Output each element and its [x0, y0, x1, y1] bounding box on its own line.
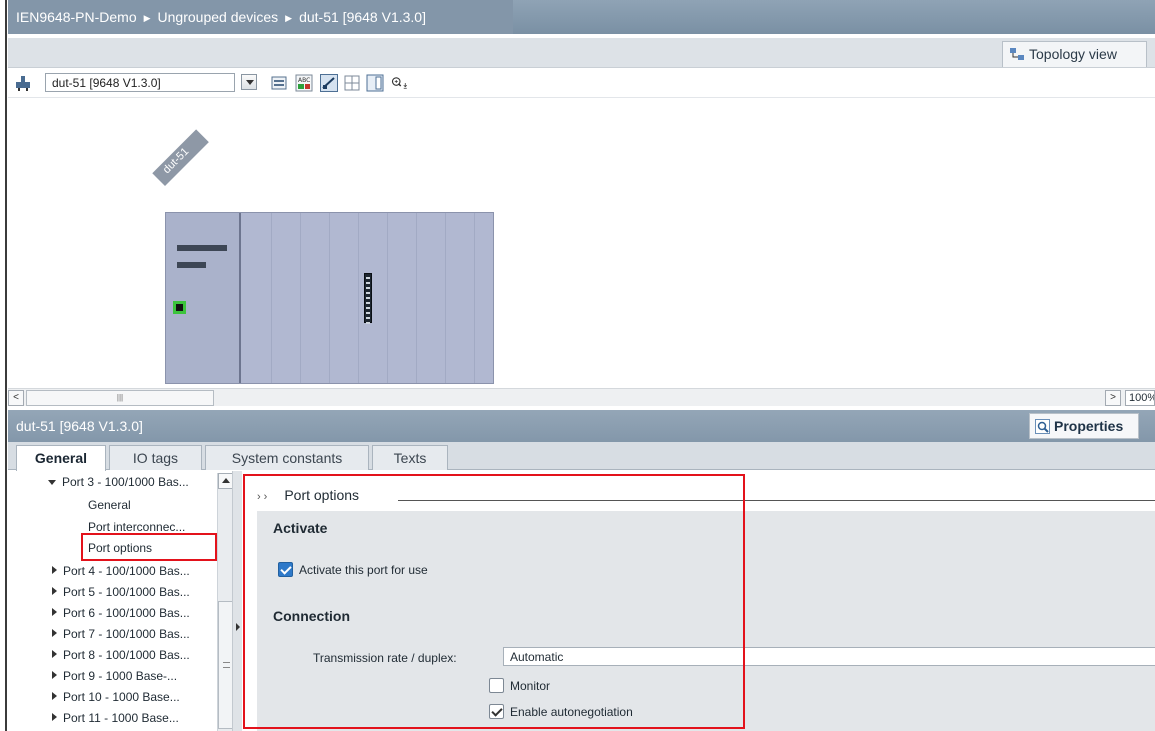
- tree-item-port-3[interactable]: Port 3 - 100/1000 Bas...: [48, 475, 189, 489]
- switch-module-icon[interactable]: [364, 273, 372, 324]
- properties-button[interactable]: Properties: [1029, 413, 1139, 439]
- autonegotiation-checkbox[interactable]: [489, 704, 504, 719]
- connection-group: Connection Transmission rate / duplex: A…: [257, 599, 1155, 731]
- navigation-tree: Port 3 - 100/1000 Bas... General Port in…: [8, 471, 234, 731]
- tab-texts[interactable]: Texts: [372, 445, 448, 470]
- autonegotiation-label: Enable autonegotiation: [510, 705, 633, 719]
- tree-item-port-interconnection[interactable]: Port interconnec...: [88, 520, 185, 534]
- collapsed-arrow-icon[interactable]: [52, 713, 57, 721]
- chevron-down-icon[interactable]: [241, 74, 257, 90]
- collapsed-arrow-icon[interactable]: [52, 629, 57, 637]
- chevron-right-icon: ▶: [143, 13, 151, 23]
- scrollbar-thumb[interactable]: |||: [26, 390, 214, 406]
- activate-port-checkbox[interactable]: [278, 562, 293, 577]
- topology-view-label: Topology view: [1029, 46, 1117, 62]
- tree-item-port-9[interactable]: Port 9 - 1000 Base-...: [52, 669, 177, 683]
- table-icon[interactable]: [366, 74, 384, 92]
- activate-title: Activate: [273, 520, 328, 536]
- collapsed-arrow-icon[interactable]: [52, 587, 57, 595]
- tree-item-port-4[interactable]: Port 4 - 100/1000 Bas...: [52, 564, 190, 578]
- tab-general[interactable]: General: [16, 445, 106, 471]
- activate-group: Activate Activate this port for use: [257, 511, 1155, 603]
- section-header[interactable]: ›› Port options: [257, 487, 359, 503]
- tab-io-tags[interactable]: IO tags: [109, 445, 202, 470]
- tree-item-port-6[interactable]: Port 6 - 100/1000 Bas...: [52, 606, 190, 620]
- tree-item-port-11[interactable]: Port 11 - 1000 Base...: [52, 711, 179, 725]
- zoom-in-icon[interactable]: [391, 74, 409, 92]
- left-edge: [0, 0, 8, 731]
- edit-wire-icon[interactable]: [320, 74, 338, 92]
- interface-module[interactable]: [166, 213, 241, 383]
- svg-text:ABC: ABC: [298, 77, 310, 84]
- port-connector-icon[interactable]: [173, 301, 186, 314]
- double-chevron-icon: ››: [257, 491, 271, 503]
- section-divider: [398, 500, 1155, 501]
- zoom-level[interactable]: 100%: [1125, 390, 1155, 406]
- tree-item-port-5[interactable]: Port 5 - 100/1000 Bas...: [52, 585, 190, 599]
- grid-icon[interactable]: [343, 74, 361, 92]
- expanded-arrow-icon[interactable]: [48, 480, 56, 485]
- properties-header: dut-51 [9648 V1.3.0] Properties: [8, 410, 1155, 442]
- breadcrumb: IEN9648-PN-Demo ▶ Ungrouped devices ▶ dut-51…: [16, 9, 426, 25]
- tree-item-port-7[interactable]: Port 7 - 100/1000 Bas...: [52, 627, 190, 641]
- properties-icon: [1035, 419, 1050, 434]
- collapsed-arrow-icon[interactable]: [52, 671, 57, 679]
- inspector-tabs: General IO tags System constants Texts: [8, 442, 1155, 471]
- topology-view-tab[interactable]: Topology view: [1002, 41, 1147, 67]
- connection-title: Connection: [273, 608, 350, 624]
- network-device-icon[interactable]: [14, 74, 32, 92]
- monitor-label: Monitor: [510, 679, 551, 693]
- transmission-rate-label: Transmission rate / duplex:: [313, 651, 457, 665]
- activate-port-label: Activate this port for use: [299, 563, 428, 577]
- port-options-panel: ›› Port options Activate Activate this po…: [243, 472, 1155, 731]
- tree-selection-highlight: [81, 533, 217, 561]
- collapsed-arrow-icon[interactable]: [52, 692, 57, 700]
- toolbar: dut-51 [9648 V1.3.0] ABC: [8, 68, 1155, 98]
- properties-button-label: Properties: [1054, 418, 1124, 434]
- device-rack[interactable]: [165, 212, 494, 384]
- canvas-scrollbar[interactable]: < ||| > 100%: [8, 388, 1155, 406]
- properties-title: dut-51 [9648 V1.3.0]: [16, 418, 143, 434]
- tree-item-general[interactable]: General: [88, 498, 131, 512]
- collapsed-arrow-icon[interactable]: [52, 566, 57, 574]
- tab-system-constants[interactable]: System constants: [205, 445, 369, 470]
- breadcrumb-device[interactable]: dut-51 [9648 V1.3.0]: [299, 9, 426, 25]
- chevron-right-icon: ▶: [285, 13, 293, 23]
- section-title: Port options: [284, 487, 360, 503]
- topology-icon: [1010, 48, 1024, 60]
- card-view-icon[interactable]: [270, 74, 288, 92]
- tree-item-port-8[interactable]: Port 8 - 100/1000 Bas...: [52, 648, 190, 662]
- breadcrumb-project[interactable]: IEN9648-PN-Demo: [16, 9, 137, 25]
- breadcrumb-group[interactable]: Ungrouped devices: [158, 9, 279, 25]
- tree-item-port-10[interactable]: Port 10 - 1000 Base...: [52, 690, 180, 704]
- scroll-right-icon[interactable]: >: [1105, 390, 1121, 406]
- panel-splitter[interactable]: [232, 471, 242, 731]
- scroll-left-icon[interactable]: <: [8, 390, 24, 406]
- io-text-icon[interactable]: ABC: [295, 74, 313, 92]
- view-tab-bar: Topology view: [8, 38, 1155, 68]
- collapsed-arrow-icon[interactable]: [52, 650, 57, 658]
- monitor-checkbox[interactable]: [489, 678, 504, 693]
- collapsed-arrow-icon[interactable]: [52, 608, 57, 616]
- transmission-rate-select[interactable]: Automatic: [503, 647, 1155, 666]
- breadcrumb-bar: IEN9648-PN-Demo ▶ Ungrouped devices ▶ dut-51…: [8, 0, 1155, 34]
- device-select[interactable]: dut-51 [9648 V1.3.0]: [45, 73, 235, 92]
